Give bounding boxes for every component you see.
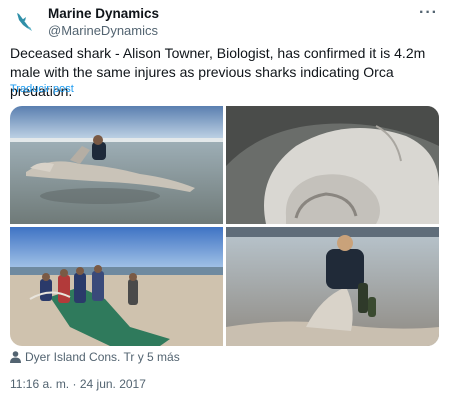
more-options-button[interactable]: ··· <box>419 4 438 22</box>
photo-shark-carcass-beach <box>10 106 223 224</box>
tweet-header: Marine Dynamics @MarineDynamics ··· <box>10 4 440 38</box>
media-photo-4[interactable] <box>226 227 439 346</box>
handle[interactable]: @MarineDynamics <box>48 22 159 39</box>
tweet-text: Deceased shark - Alison Towner, Biologis… <box>10 45 426 99</box>
tagged-users-label[interactable]: Dyer Island Cons. Tr y 5 más <box>25 350 180 364</box>
author-names[interactable]: Marine Dynamics @MarineDynamics <box>48 5 159 39</box>
display-name[interactable]: Marine Dynamics <box>48 5 159 22</box>
media-photo-1[interactable] <box>10 106 223 224</box>
media-photo-3[interactable] <box>10 227 223 346</box>
photo-biologist-with-fin <box>226 227 439 346</box>
media-grid <box>10 106 439 346</box>
tweet-date[interactable]: 24 jun. 2017 <box>80 377 146 391</box>
shark-icon <box>10 8 38 36</box>
translate-link[interactable]: Traducir post <box>10 83 74 95</box>
timestamp-separator: · <box>72 377 77 391</box>
tagged-users[interactable]: Dyer Island Cons. Tr y 5 más <box>10 350 180 364</box>
tweet-timestamp[interactable]: 11:16 a. m. · 24 jun. 2017 <box>10 377 146 391</box>
avatar[interactable] <box>10 8 38 36</box>
tweet-time[interactable]: 11:16 a. m. <box>10 377 69 391</box>
person-icon <box>10 351 21 363</box>
photo-shark-closeup <box>226 106 439 224</box>
photo-group-with-tarp <box>10 227 223 346</box>
media-photo-2[interactable] <box>226 106 439 224</box>
